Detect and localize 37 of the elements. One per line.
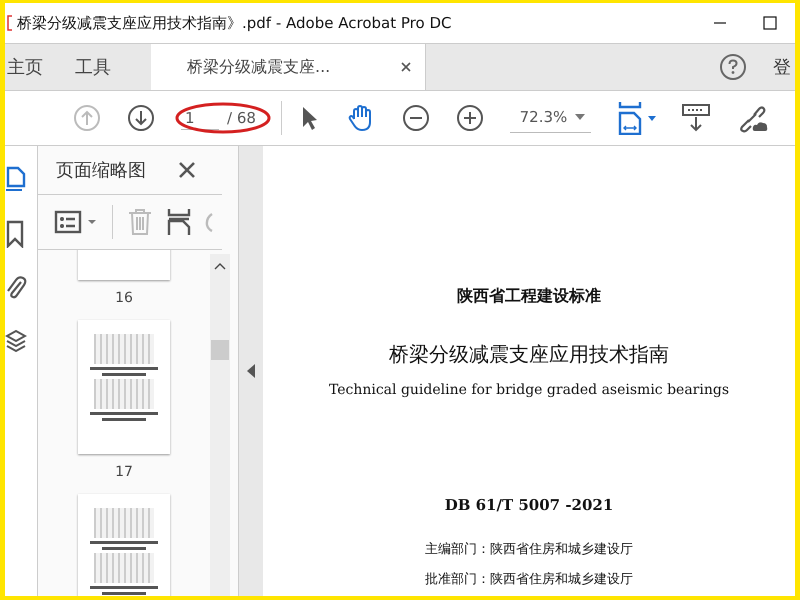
document-text: 主编部门：陕西省住房和城乡建设厅 bbox=[425, 541, 633, 558]
scrollbar[interactable] bbox=[210, 254, 230, 596]
zoom-in-icon[interactable] bbox=[456, 104, 484, 132]
zoom-out-icon[interactable] bbox=[402, 104, 430, 132]
page-thumbnail[interactable] bbox=[78, 320, 170, 454]
keyboard-download-icon[interactable] bbox=[681, 103, 712, 133]
maximize-icon bbox=[763, 16, 777, 30]
pdf-file-icon bbox=[7, 15, 13, 31]
next-page-icon[interactable] bbox=[127, 104, 155, 132]
close-icon[interactable] bbox=[178, 161, 196, 179]
tab-label[interactable]: 桥梁分级减震支座... bbox=[187, 56, 330, 78]
document-text: DB 61/T 5007 -2021 bbox=[444, 496, 614, 514]
page-insert-icon[interactable] bbox=[167, 208, 191, 236]
document-text: Technical guideline for bridge graded aseismic bearings bbox=[328, 382, 730, 398]
close-tab-button[interactable] bbox=[399, 60, 413, 74]
scroll-up-icon[interactable] bbox=[214, 262, 226, 270]
caret-icon bbox=[575, 114, 586, 120]
tab[interactable]: 桥梁分级减震支座... bbox=[151, 44, 426, 90]
tab-label[interactable]: 主页 bbox=[7, 55, 43, 79]
tab-label[interactable]: 工具 bbox=[75, 55, 111, 79]
tab[interactable]: 主页 bbox=[5, 44, 55, 90]
sign-in-button[interactable]: 登 bbox=[773, 44, 795, 90]
page-thumbnail[interactable] bbox=[78, 494, 170, 596]
page-number-label: 16 bbox=[115, 290, 133, 306]
panel-title: 页面缩略图 bbox=[56, 159, 146, 182]
collapse-panel-icon[interactable] bbox=[247, 364, 255, 378]
document-text: 桥梁分级减震支座应用技术指南 bbox=[389, 341, 669, 368]
document-text: 陕西省工程建设标准 bbox=[457, 286, 601, 307]
thumbnail-options-icon[interactable] bbox=[54, 210, 98, 234]
window-title: 桥梁分级减震支座应用技术指南》.pdf - Adobe Acrobat Pro DC bbox=[17, 14, 452, 32]
scrollbar-thumb[interactable] bbox=[211, 340, 229, 360]
help-icon[interactable] bbox=[719, 53, 747, 81]
document-text: 批准部门：陕西省住房和城乡建设厅 bbox=[425, 571, 633, 588]
zoom-dropdown[interactable]: 72.3% bbox=[510, 104, 592, 132]
page-total: / 68 bbox=[227, 109, 256, 127]
tab[interactable]: 工具 bbox=[55, 44, 123, 90]
page-number-label: 17 bbox=[115, 464, 133, 480]
